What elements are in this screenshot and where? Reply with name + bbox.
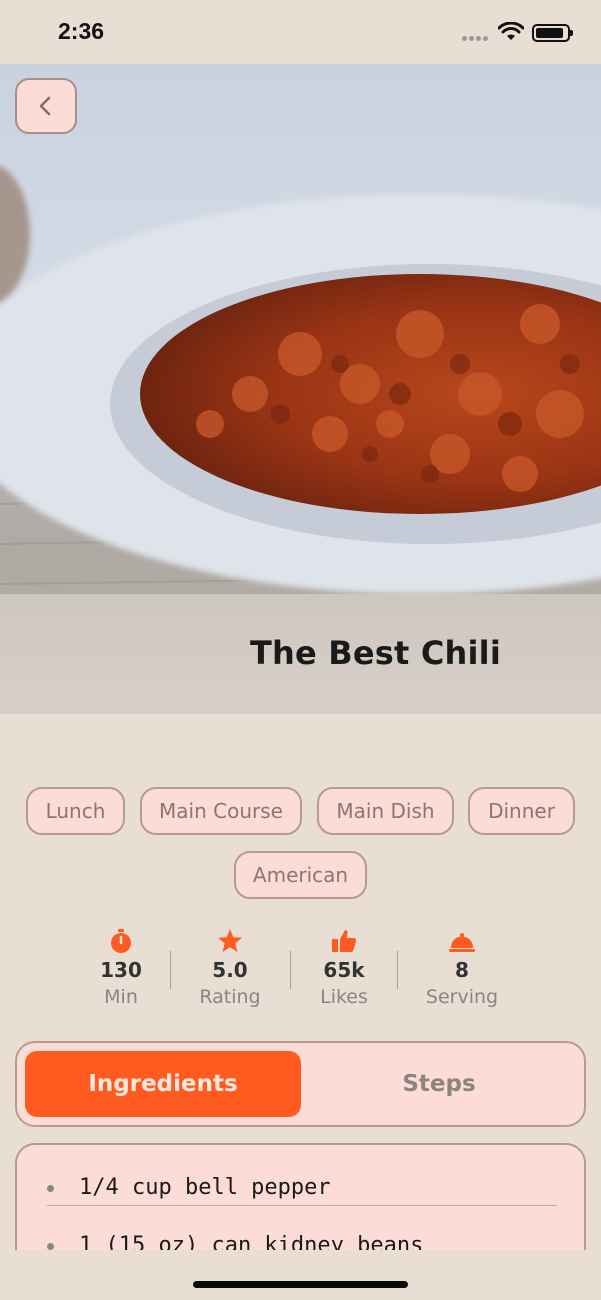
- stat-divider: [397, 951, 398, 989]
- stat-divider: [170, 951, 171, 989]
- bullet-icon: [47, 1243, 54, 1250]
- ingredient-item: 1/4 cup bell pepper: [47, 1147, 557, 1206]
- chevron-left-icon: [39, 96, 51, 116]
- tab-steps[interactable]: Steps: [301, 1051, 577, 1117]
- stat-serving-value: 8: [455, 958, 469, 982]
- recipe-tabs: Ingredients Steps: [15, 1041, 586, 1127]
- tag-lunch[interactable]: Lunch: [26, 787, 125, 835]
- home-indicator[interactable]: [193, 1281, 408, 1288]
- recipe-hero-image: The Best Chili: [0, 64, 601, 714]
- recipe-title: The Best Chili: [250, 634, 502, 672]
- cellular-signal-icon: [462, 36, 490, 42]
- bottom-safe-area: [0, 1250, 601, 1300]
- stat-time-label: Min: [104, 986, 138, 1008]
- status-bar: 2:36: [0, 0, 601, 64]
- thumbs-up-icon: [332, 930, 357, 952]
- wifi-icon: [498, 22, 524, 40]
- stat-likes-value: 65k: [323, 958, 365, 982]
- timer-icon: [111, 929, 131, 953]
- tag-main-course[interactable]: Main Course: [140, 787, 302, 835]
- status-time: 2:36: [58, 18, 105, 44]
- stat-serving: 8 Serving: [407, 928, 517, 1008]
- stat-rating-label: Rating: [199, 986, 261, 1008]
- star-icon: [218, 929, 242, 952]
- stat-rating-value: 5.0: [212, 958, 248, 982]
- stat-time: 130 Min: [66, 928, 176, 1008]
- stat-likes-label: Likes: [320, 986, 368, 1008]
- stat-time-value: 130: [100, 958, 142, 982]
- tag-main-dish[interactable]: Main Dish: [317, 787, 454, 835]
- cloche-icon: [449, 933, 475, 952]
- tag-american[interactable]: American: [234, 851, 367, 899]
- back-button[interactable]: [15, 78, 77, 134]
- stat-rating: 5.0 Rating: [175, 928, 285, 1008]
- battery-icon: [532, 24, 573, 42]
- tab-ingredients[interactable]: Ingredients: [25, 1051, 301, 1117]
- bullet-icon: [47, 1185, 54, 1192]
- stat-serving-label: Serving: [425, 986, 499, 1008]
- stat-likes: 65k Likes: [289, 928, 399, 1008]
- tag-dinner[interactable]: Dinner: [468, 787, 575, 835]
- ingredient-text: 1/4 cup bell pepper: [79, 1175, 331, 1200]
